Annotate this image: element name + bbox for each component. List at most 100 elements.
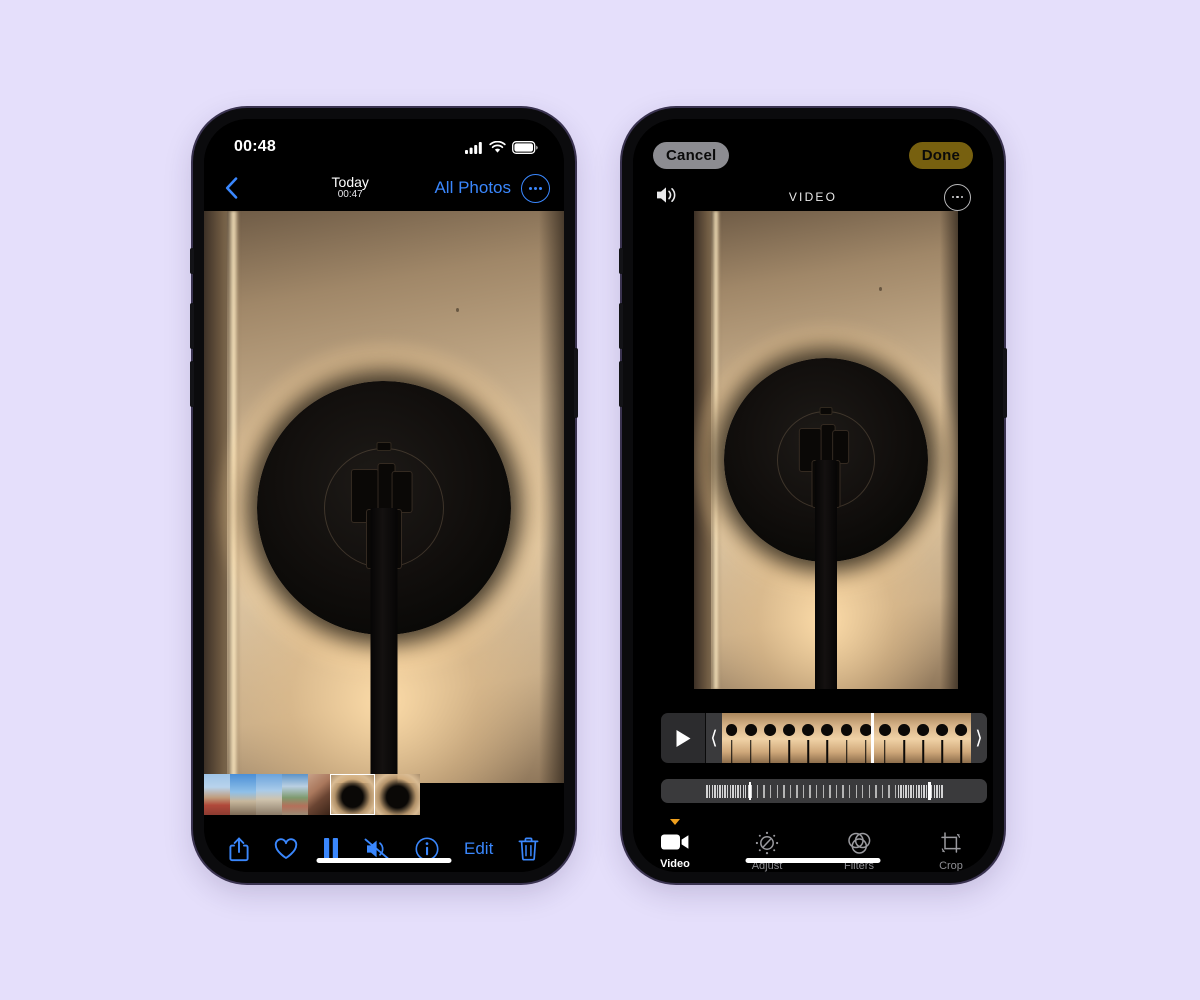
trim-frame-lamp-stem [769,740,771,763]
trim-frame [798,713,818,763]
ruler-tick [783,784,785,798]
video-preview[interactable] [694,211,958,689]
ellipsis-dot [539,186,543,190]
trim-frame [932,713,952,763]
favorite-button[interactable] [274,838,298,860]
all-photos-button[interactable]: All Photos [434,178,511,198]
photo-media-view[interactable] [204,211,564,783]
ruler-tick [915,784,917,798]
share-button[interactable] [228,837,249,862]
ruler-tick [881,784,884,798]
video-speed-ruler[interactable] [661,779,987,803]
power-button[interactable] [1003,348,1007,418]
home-indicator[interactable] [316,858,452,863]
more-options-button[interactable] [944,183,971,211]
edit-button[interactable]: Edit [464,839,493,859]
audio-toggle-button[interactable] [655,185,679,210]
silent-switch[interactable] [619,248,623,274]
ruler-tick [855,784,857,798]
ruler-tick [776,784,778,798]
video-trim-bar[interactable]: ⟨ ⟩ [661,713,987,763]
trim-frame [836,713,857,763]
ruler-tick [902,784,905,798]
ruler-marker-left[interactable] [749,782,752,800]
ruler-tick [925,784,928,798]
ruler-tick [862,784,864,798]
thumb-lamp-1[interactable] [330,774,375,815]
ruler-tick [716,784,719,798]
thumb-sky[interactable] [230,774,256,815]
power-button[interactable] [574,348,578,418]
volume-down-button[interactable] [190,361,194,407]
tab-adjust[interactable]: Adjust [738,819,796,872]
right-phone-device: Cancel Done VIDEO ⟨ ⟩ Video Adjust Filte… [619,108,1007,883]
cancel-button[interactable]: Cancel [653,141,730,169]
ruler-marker-right[interactable] [928,782,931,800]
pause-button[interactable] [323,838,339,860]
ellipsis-dot [951,195,955,199]
ruler-tick [894,784,897,798]
ruler-tick [875,784,877,798]
volume-down-button[interactable] [619,361,623,407]
more-options-button[interactable] [521,173,550,203]
ruler-tick [835,784,838,798]
photo-action-toolbar: Edit [204,821,564,872]
status-time: 00:48 [234,138,276,155]
lamp-pole [815,459,837,689]
left-phone-bezel: 00:48 Today 00:47 All Photos Edit [204,119,564,872]
trim-track[interactable]: ⟨ ⟩ [706,713,987,763]
thumb-market[interactable] [204,774,230,815]
ruler-tick [756,784,759,798]
screenshot-canvas: 00:48 Today 00:47 All Photos Edit Cancel… [0,0,1200,1000]
ruler-tick [897,784,899,798]
heart-icon [274,838,297,859]
ruler-tick [920,784,923,798]
thumb-square[interactable] [256,774,282,815]
ruler-tick [809,784,811,798]
ruler-tick [910,784,912,798]
right-phone-bezel: Cancel Done VIDEO ⟨ ⟩ Video Adjust Filte… [633,119,993,872]
volume-up-button[interactable] [619,303,623,349]
tab-crop[interactable]: Crop [922,819,980,872]
ruler-tick [724,784,726,798]
ruler-tick [931,784,933,798]
trim-end-handle[interactable]: ⟩ [971,726,987,750]
ellipsis-dot [960,195,964,199]
thumb-arm-tattoo[interactable] [308,774,330,815]
ruler-tick [709,784,711,798]
trim-playhead[interactable] [871,713,875,763]
status-icons-group [465,140,538,154]
lamp-top-nub [819,406,833,415]
ellipsis-dot [534,186,537,190]
done-button[interactable]: Done [908,141,973,169]
home-indicator[interactable] [745,858,881,863]
ruler-tick [789,784,792,798]
trim-frame [722,713,742,763]
delete-button[interactable] [518,837,539,861]
trim-filmstrip[interactable] [722,713,971,763]
trim-frame-lamp-stem [807,740,809,763]
trim-frame-lamp-stem [826,740,829,763]
trim-frame-lamp-stem [845,740,848,763]
mute-button[interactable] [364,838,390,860]
trash-icon [518,837,539,861]
ruler-tick [900,784,902,798]
ruler-tick [842,784,844,798]
play-button[interactable] [661,713,706,763]
volume-up-button[interactable] [190,303,194,349]
back-button[interactable] [218,177,244,199]
photo-date-title: Today 00:47 [266,175,434,200]
ruler-tick [933,784,936,798]
tab-video[interactable]: Video [646,819,704,870]
thumbnail-strip[interactable] [204,774,420,815]
thumb-plaza[interactable] [282,774,308,815]
trim-frame [760,713,780,763]
ruler-tick [732,784,734,798]
thumb-lamp-2[interactable] [375,774,420,815]
silent-switch[interactable] [190,248,194,274]
trim-start-handle[interactable]: ⟨ [706,726,722,750]
ruler-tick [822,784,824,798]
lamp-top-nub [376,442,392,452]
tab-label: Video [660,858,690,870]
tab-filters[interactable]: Filters [830,819,888,872]
